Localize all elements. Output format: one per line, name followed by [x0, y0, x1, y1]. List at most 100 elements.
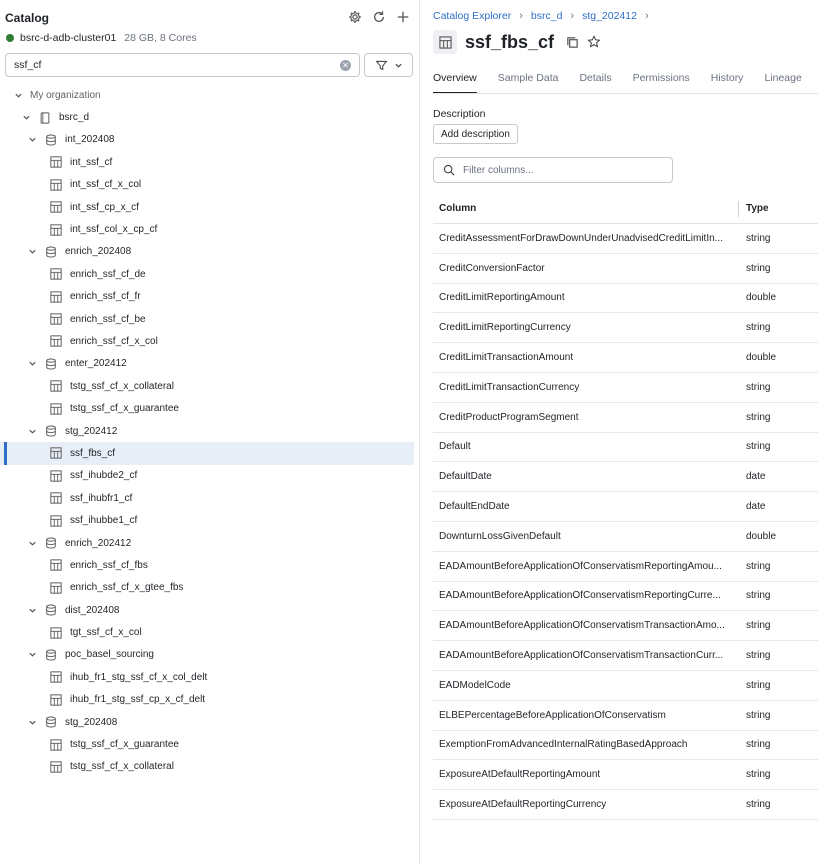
table-row[interactable]: CreditConversionFactor string: [433, 254, 818, 284]
chevron-down-icon[interactable]: [26, 537, 38, 549]
star-icon[interactable]: [586, 34, 602, 50]
table-row[interactable]: DefaultDate date: [433, 462, 818, 493]
chevron-down-icon[interactable]: [26, 604, 38, 616]
table-row[interactable]: EADAmountBeforeApplicationOfConservatism…: [433, 641, 818, 671]
tab-lineage[interactable]: Lineage: [764, 72, 801, 94]
table-row[interactable]: DefaultEndDate date: [433, 492, 818, 522]
filter-button[interactable]: [364, 53, 413, 77]
tree-table[interactable]: ihub_fr1_stg_ssf_cp_x_cf_delt: [0, 689, 414, 711]
tab-overview[interactable]: Overview: [433, 72, 477, 94]
tree-table[interactable]: int_ssf_col_x_cp_cf: [0, 218, 414, 240]
table-row[interactable]: CreditLimitReportingCurrency string: [433, 313, 818, 344]
tab-permissions[interactable]: Permissions: [633, 72, 690, 94]
chevron-down-icon[interactable]: [20, 112, 32, 124]
tree-table[interactable]: tstg_ssf_cf_x_collateral: [0, 756, 414, 778]
column-name: DefaultEndDate: [439, 501, 510, 513]
table-row[interactable]: DownturnLossGivenDefault double: [433, 522, 818, 552]
table-row[interactable]: ExposureAtDefaultReportingAmount string: [433, 760, 818, 791]
table-row[interactable]: EADModelCode string: [433, 671, 818, 701]
table-icon: [433, 30, 457, 54]
table-icon: [49, 402, 62, 415]
tree-table[interactable]: int_ssf_cp_x_cf: [0, 196, 414, 218]
tree-table[interactable]: enrich_ssf_cf_x_gtee_fbs: [0, 577, 414, 599]
chevron-down-icon[interactable]: [26, 246, 38, 258]
tree-schema[interactable]: stg_202408: [0, 711, 414, 733]
column-header-name[interactable]: Column: [433, 203, 738, 214]
tree-schema[interactable]: enrich_202408: [0, 241, 414, 263]
table-icon: [49, 290, 62, 303]
tree-schema[interactable]: enrich_202412: [0, 532, 414, 554]
plus-icon[interactable]: [395, 9, 411, 25]
tree-table[interactable]: tgt_ssf_cf_x_col: [0, 621, 414, 643]
table-row[interactable]: CreditProductProgramSegment string: [433, 403, 818, 433]
catalog-search-input[interactable]: [14, 59, 340, 71]
tree-table[interactable]: int_ssf_cf: [0, 151, 414, 173]
tree-table[interactable]: enrich_ssf_cf_de: [0, 263, 414, 285]
table-row[interactable]: CreditLimitTransactionAmount double: [433, 343, 818, 373]
table-row[interactable]: Default string: [433, 433, 818, 463]
table-row[interactable]: ExemptionFromAdvancedInternalRatingBased…: [433, 731, 818, 761]
table-row[interactable]: EADAmountBeforeApplicationOfConservatism…: [433, 611, 818, 642]
breadcrumb: Catalog Explorer › bsrc_d › stg_202412 ›: [433, 10, 649, 22]
tree-table[interactable]: ihub_fr1_stg_ssf_cf_x_col_delt: [0, 666, 414, 688]
chevron-down-icon[interactable]: [26, 134, 38, 146]
tab-history[interactable]: History: [711, 72, 744, 94]
tree-table[interactable]: int_ssf_cf_x_col: [0, 174, 414, 196]
schema-icon: [44, 133, 57, 146]
column-name: CreditProductProgramSegment: [439, 411, 579, 423]
tree-table[interactable]: ssf_fbs_cf: [0, 442, 414, 466]
tree-schema[interactable]: enter_202412: [0, 353, 414, 375]
tree-catalog[interactable]: bsrc_d: [0, 106, 414, 128]
tree-table[interactable]: tstg_ssf_cf_x_collateral: [0, 375, 414, 397]
column-name: ExposureAtDefaultReportingAmount: [439, 769, 601, 781]
tree-table[interactable]: enrich_ssf_cf_fr: [0, 286, 414, 308]
tree-table[interactable]: ssf_ihubde2_cf: [0, 465, 414, 487]
breadcrumb-schema[interactable]: stg_202412: [582, 10, 637, 22]
filter-columns-input[interactable]: [463, 164, 663, 176]
columns-body: CreditAssessmentForDrawDownUnderUnadvise…: [433, 224, 818, 820]
table-row[interactable]: CreditAssessmentForDrawDownUnderUnadvise…: [433, 224, 818, 254]
tree-schema[interactable]: int_202408: [0, 129, 414, 151]
breadcrumb-catalog-explorer[interactable]: Catalog Explorer: [433, 10, 511, 22]
table-row[interactable]: EADAmountBeforeApplicationOfConservatism…: [433, 582, 818, 612]
tree-schema[interactable]: dist_202408: [0, 599, 414, 621]
tree-table[interactable]: ssf_ihubfr1_cf: [0, 487, 414, 509]
table-row[interactable]: ExposureAtDefaultReportingCurrency string: [433, 790, 818, 820]
copy-icon[interactable]: [564, 34, 580, 50]
column-header-type[interactable]: Type: [738, 200, 769, 217]
tree-table[interactable]: enrich_ssf_cf_x_col: [0, 330, 414, 352]
gear-icon[interactable]: [347, 9, 363, 25]
cluster-indicator[interactable]: bsrc-d-adb-cluster01 28 GB, 8 Cores: [6, 32, 197, 44]
tab-sample-data[interactable]: Sample Data: [498, 72, 559, 94]
table-row[interactable]: CreditLimitReportingAmount double: [433, 284, 818, 314]
chevron-down-icon[interactable]: [26, 649, 38, 661]
page-title: ssf_fbs_cf: [465, 31, 555, 52]
table-row[interactable]: CreditLimitTransactionCurrency string: [433, 373, 818, 403]
column-type: string: [746, 769, 771, 781]
tree-table-label: ihub_fr1_stg_ssf_cf_x_col_delt: [70, 671, 208, 683]
schema-icon: [44, 648, 57, 661]
description-label: Description: [433, 108, 486, 120]
chevron-down-icon[interactable]: [26, 358, 38, 370]
column-name: Default: [439, 441, 471, 453]
chevron-down-icon[interactable]: [12, 89, 24, 101]
chevron-down-icon[interactable]: [26, 716, 38, 728]
tree-org[interactable]: My organization: [0, 84, 414, 106]
tree-table[interactable]: enrich_ssf_cf_be: [0, 308, 414, 330]
refresh-icon[interactable]: [371, 9, 387, 25]
add-description-button[interactable]: Add description: [433, 124, 518, 144]
table-row[interactable]: EADAmountBeforeApplicationOfConservatism…: [433, 552, 818, 582]
tree-table[interactable]: tstg_ssf_cf_x_guarantee: [0, 397, 414, 419]
tree-schema[interactable]: stg_202412: [0, 420, 414, 442]
clear-search-icon[interactable]: ✕: [340, 59, 351, 71]
tree-table[interactable]: enrich_ssf_cf_fbs: [0, 554, 414, 576]
tree-schema[interactable]: poc_basel_sourcing: [0, 644, 414, 666]
tab-details[interactable]: Details: [579, 72, 611, 94]
tree-table[interactable]: tstg_ssf_cf_x_guarantee: [0, 733, 414, 755]
column-name: CreditLimitReportingCurrency: [439, 322, 571, 334]
table-icon: [49, 469, 62, 482]
table-row[interactable]: ELBEPercentageBeforeApplicationOfConserv…: [433, 701, 818, 731]
tree-table[interactable]: ssf_ihubbe1_cf: [0, 509, 414, 531]
chevron-down-icon[interactable]: [26, 425, 38, 437]
breadcrumb-catalog[interactable]: bsrc_d: [531, 10, 563, 22]
